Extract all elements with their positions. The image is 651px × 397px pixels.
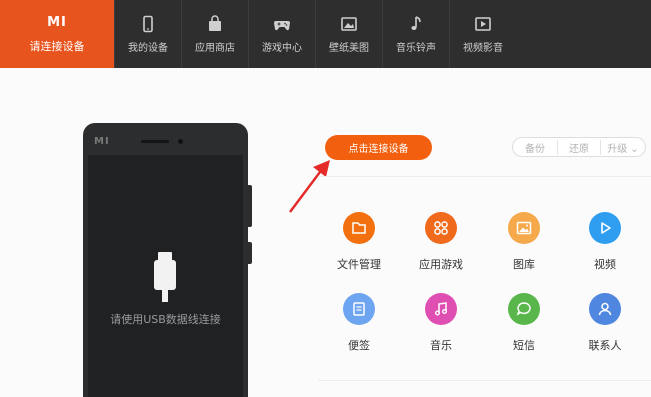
- folder-icon: [343, 212, 375, 244]
- mi-logo: MI: [47, 15, 67, 30]
- gamepad-icon: [274, 20, 290, 30]
- chevron-down-icon: ⌄: [630, 143, 639, 155]
- phone-screen: 请使用USB数据线连接: [88, 155, 243, 397]
- backup-restore-upgrade-group: 备份 还原 升级 ⌄: [512, 137, 646, 157]
- connect-device-label: 请连接设备: [29, 40, 85, 53]
- music-label: 音乐: [430, 339, 452, 352]
- gallery-item[interactable]: 图库: [494, 212, 554, 272]
- video-label: 视频: [594, 258, 616, 271]
- music-icon: [425, 293, 457, 325]
- image-icon: [508, 212, 540, 244]
- upgrade-button[interactable]: 升级 ⌄: [601, 140, 645, 155]
- tab-wallpaper[interactable]: 壁纸美图: [315, 0, 382, 68]
- video-item[interactable]: 视频: [575, 212, 635, 272]
- phone-mi-logo: MI: [94, 136, 110, 147]
- upgrade-label: 升级: [607, 143, 628, 155]
- divider-bottom: [318, 380, 651, 381]
- message-icon: [508, 293, 540, 325]
- file-manager-item[interactable]: 文件管理: [329, 212, 389, 272]
- apps-games-item[interactable]: 应用游戏: [411, 212, 471, 272]
- usb-cable-icon: [154, 252, 176, 302]
- tab-label: 壁纸美图: [329, 42, 369, 54]
- restore-button[interactable]: 还原: [557, 139, 601, 155]
- divider-top: [318, 176, 651, 177]
- apps-icon: [425, 212, 457, 244]
- connect-device-button[interactable]: 点击连接设备: [325, 135, 432, 160]
- play-icon: [589, 212, 621, 244]
- music-item[interactable]: 音乐: [411, 293, 471, 353]
- tab-video[interactable]: 视频影音: [449, 0, 516, 68]
- apps-games-label: 应用游戏: [419, 258, 463, 271]
- connect-device-tab[interactable]: MI 请连接设备: [0, 0, 114, 68]
- gallery-label: 图库: [513, 258, 535, 271]
- contacts-label: 联系人: [588, 339, 622, 352]
- tab-app-store[interactable]: 应用商店: [181, 0, 248, 68]
- tab-label: 音乐铃声: [396, 42, 436, 54]
- notes-label: 便签: [348, 339, 370, 352]
- phone-icon: [143, 15, 153, 32]
- shopping-bag-icon: [209, 14, 221, 31]
- tab-game-center[interactable]: 游戏中心: [248, 0, 315, 68]
- usb-connect-message: 请使用USB数据线连接: [110, 313, 221, 326]
- phone-power-button: [248, 242, 252, 264]
- contact-icon: [589, 293, 621, 325]
- top-nav: MI 请连接设备 我的设备 应用商店 游戏中心 壁纸美图 音乐铃声 视频影音: [0, 0, 651, 68]
- tab-label: 视频影音: [463, 42, 503, 54]
- phone-speaker: [141, 140, 169, 143]
- tab-label: 游戏中心: [262, 42, 302, 54]
- app-window: MI 请连接设备 我的设备 应用商店 游戏中心 壁纸美图 音乐铃声 视频影音 M…: [0, 0, 651, 397]
- note-icon: [343, 293, 375, 325]
- backup-button[interactable]: 备份: [513, 140, 557, 155]
- tab-label: 应用商店: [195, 42, 235, 54]
- music-note-icon: [411, 15, 421, 30]
- tab-my-device[interactable]: 我的设备: [114, 0, 181, 68]
- phone-volume-button: [248, 185, 252, 227]
- contacts-item[interactable]: 联系人: [575, 293, 635, 353]
- phone-illustration: MI 请使用USB数据线连接: [83, 123, 248, 397]
- red-arrow-annotation: [289, 160, 330, 213]
- phone-camera: [178, 139, 183, 144]
- messages-label: 短信: [513, 339, 535, 352]
- tab-music-ringtone[interactable]: 音乐铃声: [382, 0, 449, 68]
- notes-item[interactable]: 便签: [329, 293, 389, 353]
- tab-label: 我的设备: [128, 42, 168, 54]
- play-icon: [475, 16, 491, 31]
- picture-icon: [341, 16, 357, 31]
- messages-item[interactable]: 短信: [494, 293, 554, 353]
- file-manager-label: 文件管理: [337, 258, 381, 271]
